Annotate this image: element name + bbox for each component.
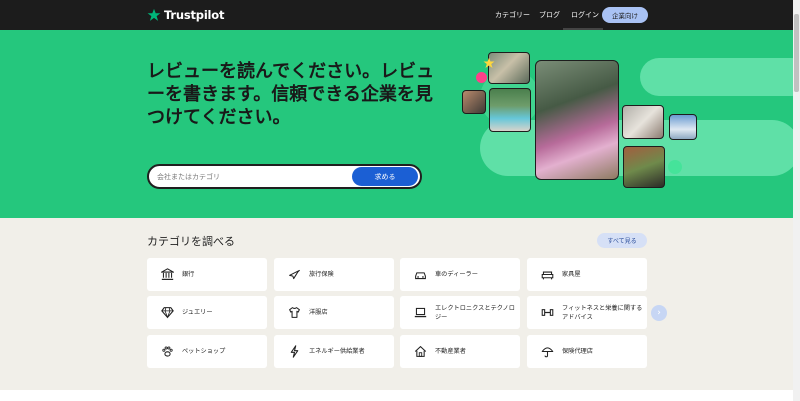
category-card-pet-shop[interactable]: ペットショップ [147,335,267,368]
category-card-bank[interactable]: 銀行 [147,258,267,291]
category-label: 洋服店 [309,309,328,316]
category-card-travel-insurance[interactable]: 旅行保険 [274,258,394,291]
for-business-button[interactable]: 企業向け [602,7,648,23]
category-card-electronics[interactable]: エレクトロニクスとテクノロジー [400,296,520,329]
search-button[interactable]: 求める [352,167,418,186]
category-card-furniture[interactable]: 家具屋 [527,258,647,291]
review-photo-main [535,60,619,180]
category-label: エレクトロニクスとテクノロジー [435,304,515,321]
pink-dot [476,72,487,83]
category-card-clothing[interactable]: 洋服店 [274,296,394,329]
top-navigation-bar: Trustpilot カテゴリー ブログ ログイン 企業向け [0,0,793,30]
airplane-icon [287,268,301,282]
green-dot [668,160,682,174]
review-photo [623,146,665,188]
search-input[interactable] [157,169,347,185]
review-photo [622,105,664,139]
category-card-real-estate[interactable]: 不動産業者 [400,335,520,368]
carousel-next-button[interactable]: › [651,305,667,321]
trustpilot-logo[interactable]: Trustpilot [147,8,224,22]
dumbbell-icon [540,306,554,320]
nav-blog-link[interactable]: ブログ [539,6,560,24]
bank-icon [160,268,174,282]
review-photo [489,88,531,132]
diamond-icon [160,306,174,320]
car-icon [413,268,427,282]
decorative-pill [640,58,793,96]
category-label: 保険代理店 [562,348,593,355]
scrollbar-thumb[interactable] [794,14,799,92]
category-label: 車のディーラー [435,271,478,278]
category-label: 旅行保険 [309,271,334,278]
category-card-insurance-agency[interactable]: 保険代理店 [527,335,647,368]
category-card-energy-supplier[interactable]: エネルギー供給業者 [274,335,394,368]
category-label: 不動産業者 [435,348,466,355]
categories-section: カテゴリを調べる すべて見る 銀行 旅行保険 車のディーラー 家具屋 ジュエリー [0,218,793,390]
category-label: フィットネスと栄養に関するアドバイス [562,304,643,321]
search-bar: 求める [147,164,422,189]
page-scrollbar[interactable] [793,0,800,401]
category-card-jewelry[interactable]: ジュエリー [147,296,267,329]
category-label: ペットショップ [182,348,226,355]
hero-section: レビューを読んでください。レビューを書きます。信頼できる企業を見つけてください。… [0,30,793,218]
categories-title: カテゴリを調べる [147,235,235,248]
sofa-icon [540,268,554,282]
house-icon [413,345,427,359]
umbrella-icon [540,345,554,359]
category-label: 銀行 [182,271,195,278]
category-label: 家具屋 [562,271,581,278]
review-photo [669,114,697,140]
lightning-icon [287,345,301,359]
hero-title: レビューを読んでください。レビューを書きます。信頼できる企業を見つけてください。 [147,61,435,128]
category-label: ジュエリー [182,309,213,316]
next-section-edge [0,390,793,401]
shirt-icon [287,306,301,320]
category-card-car-dealer[interactable]: 車のディーラー [400,258,520,291]
review-photo [462,90,486,114]
nav-login-link[interactable]: ログイン [571,6,599,24]
chevron-right-icon: › [657,308,661,318]
star-icon [483,57,495,68]
star-logo-icon [147,8,161,21]
category-label: エネルギー供給業者 [309,348,365,355]
logo-text: Trustpilot [164,8,225,22]
see-all-button[interactable]: すべて見る [597,233,647,248]
category-card-fitness[interactable]: フィットネスと栄養に関するアドバイス [527,296,647,329]
nav-categories-link[interactable]: カテゴリー [495,6,530,24]
paw-icon [160,345,174,359]
laptop-icon [413,306,427,320]
